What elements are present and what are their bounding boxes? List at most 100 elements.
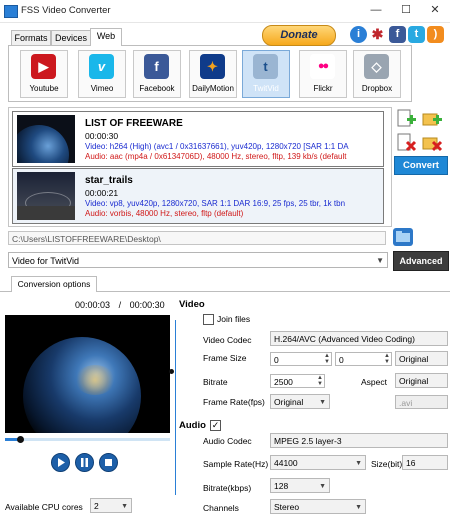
file-duration: 00:00:21 <box>85 188 119 198</box>
frame-height-value: 0 <box>339 355 344 365</box>
tab-web[interactable]: Web <box>90 28 122 46</box>
extension-value: .avi <box>399 398 413 408</box>
tab-formats[interactable]: Formats <box>11 30 51 46</box>
convert-button[interactable]: Convert <box>394 156 448 175</box>
sample-size-value: 16 <box>406 458 416 468</box>
chevron-down-icon: ▼ <box>319 483 326 490</box>
audio-info: Audio: vorbis, 48000 Hz, stereo, fltp (d… <box>85 209 244 218</box>
cpu-cores-select[interactable]: 2 ▼ <box>90 498 132 513</box>
browse-folder-icon[interactable] <box>393 228 413 246</box>
channels-select[interactable]: Stereo ▼ <box>270 499 366 514</box>
pause-icon[interactable] <box>75 453 94 472</box>
bitrate-input[interactable]: 2500 ▲ ▼ <box>270 374 325 388</box>
channels-value: Stereo <box>274 502 300 512</box>
site-dropbox-button[interactable]: ◇ Dropbox <box>353 50 401 98</box>
sample-size-label: Size(bit) <box>371 459 403 469</box>
splitter-line <box>175 320 176 495</box>
file-list[interactable]: LIST OF FREEWARE 00:00:30 Video: h264 (H… <box>8 107 392 227</box>
video-section-title: Video <box>179 299 205 310</box>
dailymotion-icon: ✦ <box>200 54 225 79</box>
output-path-field[interactable]: C:\Users\LISTOFFREEWARE\Desktop\ <box>8 231 386 245</box>
audio-section-title: Audio <box>179 420 206 431</box>
frame-height-input[interactable]: 0 ▲ ▼ <box>335 352 392 366</box>
sample-size-select[interactable]: 16 <box>402 455 448 470</box>
chevron-down-icon: ▼ <box>355 504 362 511</box>
video-info: Video: h264 (High) (avc1 / 0x31637661), … <box>85 142 349 151</box>
splitter-handle[interactable] <box>169 369 174 374</box>
audio-bitrate-select[interactable]: 128 ▼ <box>270 478 330 493</box>
chevron-down-icon: ▼ <box>376 256 384 265</box>
add-folder-icon[interactable] <box>421 108 443 130</box>
maximize-button[interactable]: ☐ <box>392 2 420 18</box>
profile-select[interactable]: Video for TwitVid ▼ <box>8 252 388 268</box>
site-label: Facebook <box>139 84 175 93</box>
audio-enable-checkbox[interactable]: ✓ <box>210 420 221 431</box>
video-thumbnail <box>17 172 75 220</box>
seek-handle[interactable] <box>17 436 24 443</box>
cpu-cores-value: 2 <box>94 501 99 511</box>
flickr-icon: ●● <box>310 54 335 79</box>
stop-icon[interactable] <box>99 453 118 472</box>
join-files-checkbox[interactable] <box>203 314 214 325</box>
tab-devices[interactable]: Devices <box>51 30 91 46</box>
chevron-down-icon: ▼ <box>355 460 362 467</box>
chevron-down-icon: ▼ <box>319 399 326 406</box>
video-thumbnail <box>17 115 75 163</box>
file-name: star_trails <box>85 175 133 186</box>
tab-conversion-options[interactable]: Conversion options <box>11 276 97 292</box>
video-codec-value: H.264/AVC (Advanced Video Coding) <box>274 334 415 344</box>
sample-rate-label: Sample Rate(Hz) <box>203 459 269 469</box>
info-icon[interactable]: i <box>350 26 367 43</box>
spinner-arrows-icon[interactable]: ▲ ▼ <box>324 353 330 365</box>
remove-all-icon[interactable] <box>421 132 443 154</box>
audio-bitrate-label: Bitrate(kbps) <box>203 483 252 493</box>
frame-rate-select[interactable]: Original ▼ <box>270 394 330 409</box>
bitrate-value: 2500 <box>274 377 293 387</box>
app-icon <box>4 5 18 18</box>
audio-codec-label: Audio Codec <box>203 436 252 446</box>
site-twitvid-button[interactable]: t TwitVid <box>242 50 290 98</box>
add-file-icon[interactable] <box>395 108 417 130</box>
play-icon[interactable] <box>51 453 70 472</box>
donate-button[interactable]: Donate <box>262 25 336 46</box>
spinner-arrows-icon[interactable]: ▲ ▼ <box>384 353 390 365</box>
spinner-arrows-icon[interactable]: ▲ ▼ <box>317 375 323 387</box>
facebook-icon[interactable]: f <box>389 26 406 43</box>
list-item[interactable]: star_trails 00:00:21 Video: vp8, yuv420p… <box>12 168 384 224</box>
site-label: Vimeo <box>90 84 114 93</box>
site-facebook-button[interactable]: f Facebook <box>133 50 181 98</box>
file-duration: 00:00:30 <box>85 131 119 141</box>
seek-bar[interactable] <box>5 438 170 441</box>
twitter-icon[interactable]: t <box>408 26 425 43</box>
site-label: Dropbox <box>361 84 393 93</box>
video-preview <box>5 315 170 433</box>
video-codec-select[interactable]: H.264/AVC (Advanced Video Coding) <box>270 331 448 346</box>
video-codec-label: Video Codec <box>203 335 252 345</box>
sample-rate-select[interactable]: 44100 ▼ <box>270 455 366 470</box>
aspect-select[interactable]: Original <box>395 373 448 388</box>
sample-rate-value: 44100 <box>274 458 298 468</box>
rss-icon[interactable]: ) <box>427 26 444 43</box>
profile-value: Video for TwitVid <box>12 256 80 266</box>
minimize-button[interactable]: — <box>362 2 390 18</box>
list-item[interactable]: LIST OF FREEWARE 00:00:30 Video: h264 (H… <box>12 111 384 167</box>
close-button[interactable]: ✕ <box>421 2 449 18</box>
remove-file-icon[interactable] <box>395 132 417 154</box>
web-sites-panel: ▶ Youtube v Vimeo f Facebook ✦ DailyMoti… <box>8 45 412 102</box>
channels-label: Channels <box>203 503 239 513</box>
advanced-button[interactable]: Advanced <box>393 251 449 271</box>
site-label: Flickr <box>313 84 333 93</box>
site-dailymotion-button[interactable]: ✦ DailyMotion <box>189 50 237 98</box>
bitrate-label: Bitrate <box>203 377 228 387</box>
video-info: Video: vp8, yuv420p, 1280x720, SAR 1:1 D… <box>85 199 346 208</box>
audio-info: Audio: aac (mp4a / 0x6134706D), 48000 Hz… <box>85 152 347 161</box>
audio-codec-select[interactable]: MPEG 2.5 layer-3 <box>270 433 448 448</box>
window-title: FSS Video Converter <box>21 5 111 16</box>
site-vimeo-button[interactable]: v Vimeo <box>78 50 126 98</box>
vimeo-icon: v <box>89 54 114 79</box>
frame-size-mode-select[interactable]: Original <box>395 351 448 366</box>
frame-width-input[interactable]: 0 ▲ ▼ <box>270 352 332 366</box>
site-youtube-button[interactable]: ▶ Youtube <box>20 50 68 98</box>
site-flickr-button[interactable]: ●● Flickr <box>299 50 347 98</box>
bug-icon[interactable]: ✱ <box>369 26 386 43</box>
